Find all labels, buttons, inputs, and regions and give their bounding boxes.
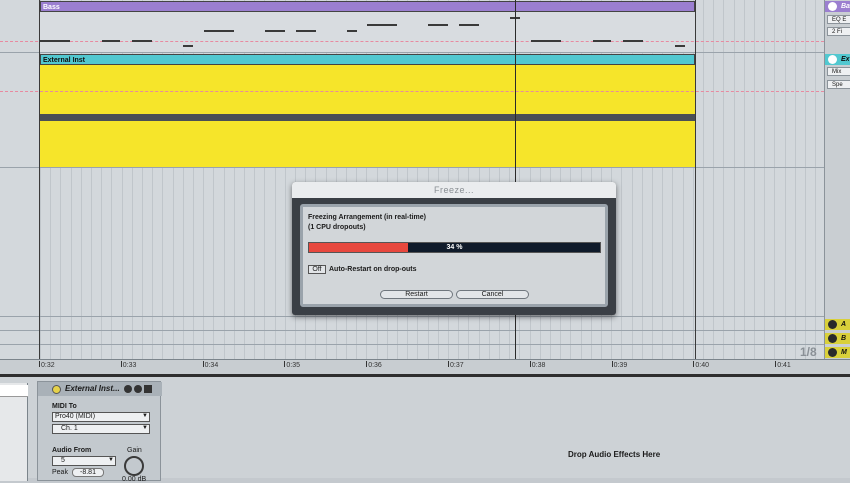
save-icon[interactable] <box>144 385 152 393</box>
time-ruler[interactable]: 0:32 0:33 0:34 0:35 0:36 0:37 0:38 0:39 0:40 0:41 <box>0 359 850 374</box>
peak-value: -8.81 <box>72 468 104 477</box>
midi-to-label: MIDI To <box>52 403 77 410</box>
dialog-body: Freezing Arrangement (in real-time) (1 C… <box>300 204 608 307</box>
track-separator <box>0 344 824 345</box>
quantize-display[interactable]: 1/8 <box>800 345 817 359</box>
browser-item[interactable] <box>0 385 28 397</box>
midi-note[interactable] <box>296 30 316 32</box>
grid-line <box>774 0 775 360</box>
ruler-tick: 0:41 <box>775 361 791 369</box>
dialog-title: Freeze... <box>292 182 616 198</box>
device-title[interactable]: External Inst... <box>65 384 120 393</box>
gain-knob[interactable] <box>124 456 144 476</box>
track-header-panel: Ba EQ E 2 Fi Ex Mix Spe A B M <box>824 0 850 360</box>
ruler-tick: 0:37 <box>448 361 464 369</box>
mixer-button[interactable]: Mix <box>827 67 850 76</box>
grid-line <box>764 0 765 360</box>
freeze-dialog: Freeze... Freezing Arrangement (in real-… <box>292 182 616 315</box>
dropdown-arrow-icon: ▼ <box>142 413 148 419</box>
device-browser-edge <box>0 383 28 481</box>
midi-note[interactable] <box>623 40 643 42</box>
grid-line <box>713 0 714 360</box>
device-on-icon[interactable] <box>52 385 61 394</box>
peak-label: Peak <box>52 469 68 476</box>
grid-line <box>754 0 755 360</box>
filter-button[interactable]: 2 Fi <box>827 27 850 36</box>
track-separator <box>0 167 824 168</box>
midi-note[interactable] <box>367 24 397 26</box>
play-icon[interactable] <box>828 348 837 357</box>
audio-waveform-lane-1[interactable] <box>40 65 695 114</box>
collapse-icon[interactable] <box>828 55 837 64</box>
cancel-button[interactable]: Cancel <box>456 290 529 299</box>
midi-note[interactable] <box>132 40 152 42</box>
gain-value: 0.00 dB <box>122 476 147 483</box>
restart-button[interactable]: Restart <box>380 290 453 299</box>
external-instrument-device: External Inst... MIDI To Pro40 (MIDI) ▼ … <box>37 381 162 483</box>
midi-note[interactable] <box>183 45 193 47</box>
ruler-tick: 0:38 <box>529 361 546 369</box>
midi-note[interactable] <box>428 24 448 26</box>
ruler-tick: 0:33 <box>120 361 137 369</box>
bass-clip-body[interactable] <box>40 12 695 52</box>
device-view: External Inst... MIDI To Pro40 (MIDI) ▼ … <box>0 374 850 483</box>
speaker-button[interactable]: Spe <box>827 80 850 89</box>
midi-channel-select[interactable]: Ch. 1 <box>52 424 150 434</box>
midi-note[interactable] <box>675 45 685 47</box>
track-separator <box>0 52 824 53</box>
start-marker-line <box>39 0 40 360</box>
ruler-tick: 0:34 <box>202 361 219 369</box>
automation-line <box>0 91 824 92</box>
auto-restart-toggle[interactable]: Off <box>308 265 326 274</box>
grid-line <box>795 0 796 360</box>
progress-bar: 34 % <box>308 242 601 253</box>
dropdown-arrow-icon: ▼ <box>108 457 114 463</box>
track-separator <box>0 316 824 317</box>
auto-restart-label: Auto-Restart on drop-outs <box>329 266 417 273</box>
track-separator <box>0 330 824 331</box>
dropdown-arrow-icon: ▼ <box>142 425 148 431</box>
ruler-tick: 0:32 <box>39 361 55 369</box>
midi-note[interactable] <box>593 40 611 42</box>
freeze-status-line: Freezing Arrangement (in real-time) <box>308 214 426 221</box>
grid-line <box>703 0 704 360</box>
grid-line <box>723 0 724 360</box>
midi-to-select[interactable]: Pro40 (MIDI) <box>52 412 150 422</box>
settings-icon[interactable] <box>134 385 142 393</box>
external-inst-clip-header[interactable]: External Inst <box>40 54 695 65</box>
audio-waveform-lane-2[interactable] <box>40 121 695 167</box>
midi-note[interactable] <box>265 30 285 32</box>
cpu-dropouts-line: (1 CPU dropouts) <box>308 224 366 231</box>
drop-audio-effects-zone[interactable]: Drop Audio Effects Here <box>568 450 660 459</box>
ruler-tick: 0:39 <box>611 361 628 369</box>
eq-button[interactable]: EQ E <box>827 15 850 24</box>
grid-line <box>815 0 816 360</box>
gain-label: Gain <box>127 447 142 454</box>
grid-line <box>744 0 745 360</box>
grid-line <box>734 0 735 360</box>
audio-from-label: Audio From <box>52 447 92 454</box>
collapse-icon[interactable] <box>828 2 837 11</box>
ruler-tick: 0:36 <box>366 361 382 369</box>
play-icon[interactable] <box>828 320 837 329</box>
lane-divider <box>40 114 695 121</box>
midi-note[interactable] <box>102 40 120 42</box>
midi-note[interactable] <box>347 30 357 32</box>
audio-from-select[interactable]: 5 <box>52 456 116 466</box>
bass-clip-header[interactable]: Bass <box>40 1 695 12</box>
grid-line <box>785 0 786 360</box>
hand-icon[interactable] <box>124 385 132 393</box>
midi-note[interactable] <box>459 24 479 26</box>
end-marker-line <box>695 0 696 360</box>
progress-percent: 34 % <box>446 244 463 251</box>
midi-note[interactable] <box>204 30 234 32</box>
automation-line <box>0 41 824 42</box>
grid-line <box>805 0 806 360</box>
ruler-tick: 0:35 <box>284 361 301 369</box>
ruler-tick: 0:40 <box>693 361 710 369</box>
midi-note[interactable] <box>531 40 561 42</box>
play-icon[interactable] <box>828 334 837 343</box>
midi-note[interactable] <box>40 40 70 42</box>
